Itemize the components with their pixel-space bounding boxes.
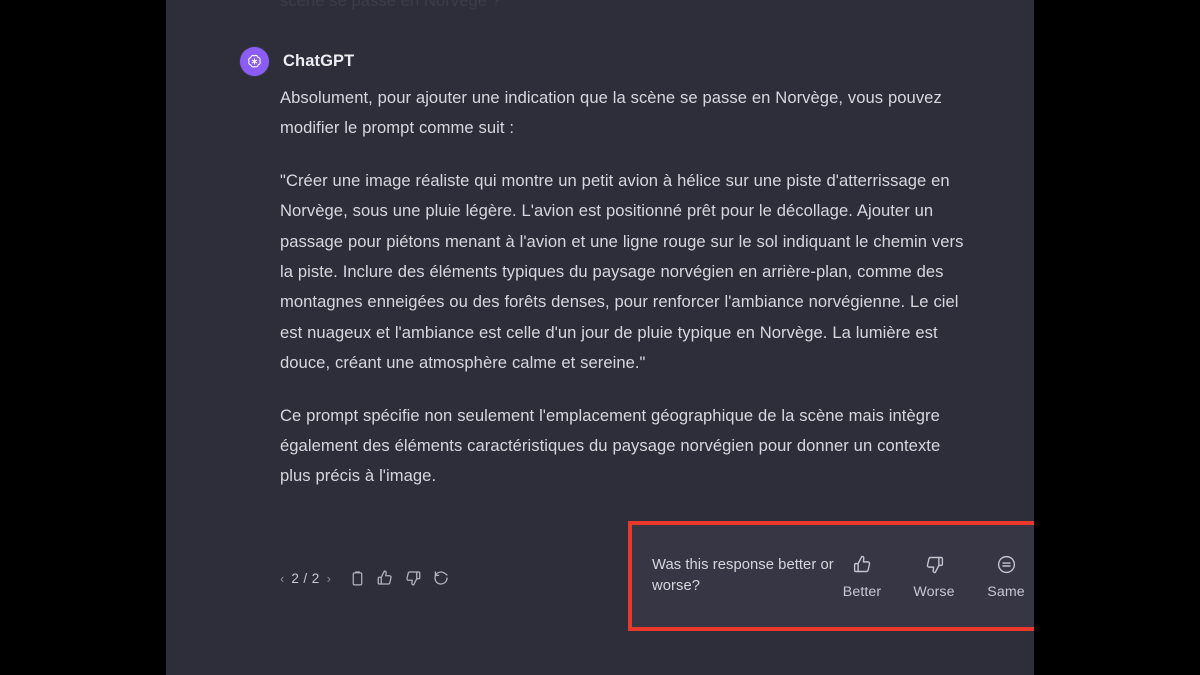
regenerate-button[interactable] [428, 565, 455, 592]
assistant-message: ChatGPT Absolument, pour ajouter une ind… [166, 46, 1034, 492]
prev-response-button[interactable]: ‹ [280, 572, 284, 585]
message-body: Absolument, pour ajouter une indication … [280, 83, 970, 492]
thumbs-up-button[interactable] [372, 565, 399, 592]
response-feedback-panel: Was this response better or worse? Bette… [628, 521, 1034, 631]
feedback-better-label: Better [842, 583, 882, 600]
refresh-icon [432, 569, 450, 587]
circle-equals-icon [996, 553, 1017, 577]
message-paragraph: Absolument, pour ajouter une indication … [280, 88, 942, 138]
feedback-same-label: Same [987, 583, 1025, 600]
response-pager: ‹ 2 / 2 › [280, 571, 331, 586]
screen: scène se passe en Norvège ? ChatGPT Abso… [0, 0, 1200, 675]
feedback-worse-label: Worse [913, 583, 955, 600]
message-header: ChatGPT [240, 46, 1034, 76]
message-author-name: ChatGPT [283, 51, 355, 70]
feedback-worse-button[interactable]: Worse [910, 553, 958, 600]
thumbs-up-icon [376, 569, 394, 587]
feedback-question: Was this response better or worse? [652, 556, 834, 595]
message-paragraph: Ce prompt spécifie non seulement l'empla… [280, 405, 941, 486]
message-paragraph: "Créer une image réaliste qui montre un … [280, 170, 964, 373]
message-action-toolbar: ‹ 2 / 2 › [280, 519, 456, 637]
clipped-previous-message-line: scène se passe en Norvège ? [280, 0, 502, 10]
response-page-count: 2 / 2 [291, 570, 320, 586]
copy-button[interactable] [344, 565, 371, 592]
feedback-better-button[interactable]: Better [838, 553, 886, 600]
thumbs-down-icon [404, 569, 422, 587]
chat-content-area: scène se passe en Norvège ? ChatGPT Abso… [166, 0, 1034, 675]
thumbs-down-icon [924, 553, 945, 577]
thumbs-up-icon [852, 553, 873, 577]
openai-logo-icon [240, 46, 269, 76]
feedback-same-button[interactable]: Same [982, 553, 1030, 600]
feedback-options: Better Worse Same [838, 553, 1030, 600]
next-response-button[interactable]: › [327, 572, 331, 585]
thumbs-down-button[interactable] [400, 565, 427, 592]
clipboard-icon [349, 570, 366, 587]
